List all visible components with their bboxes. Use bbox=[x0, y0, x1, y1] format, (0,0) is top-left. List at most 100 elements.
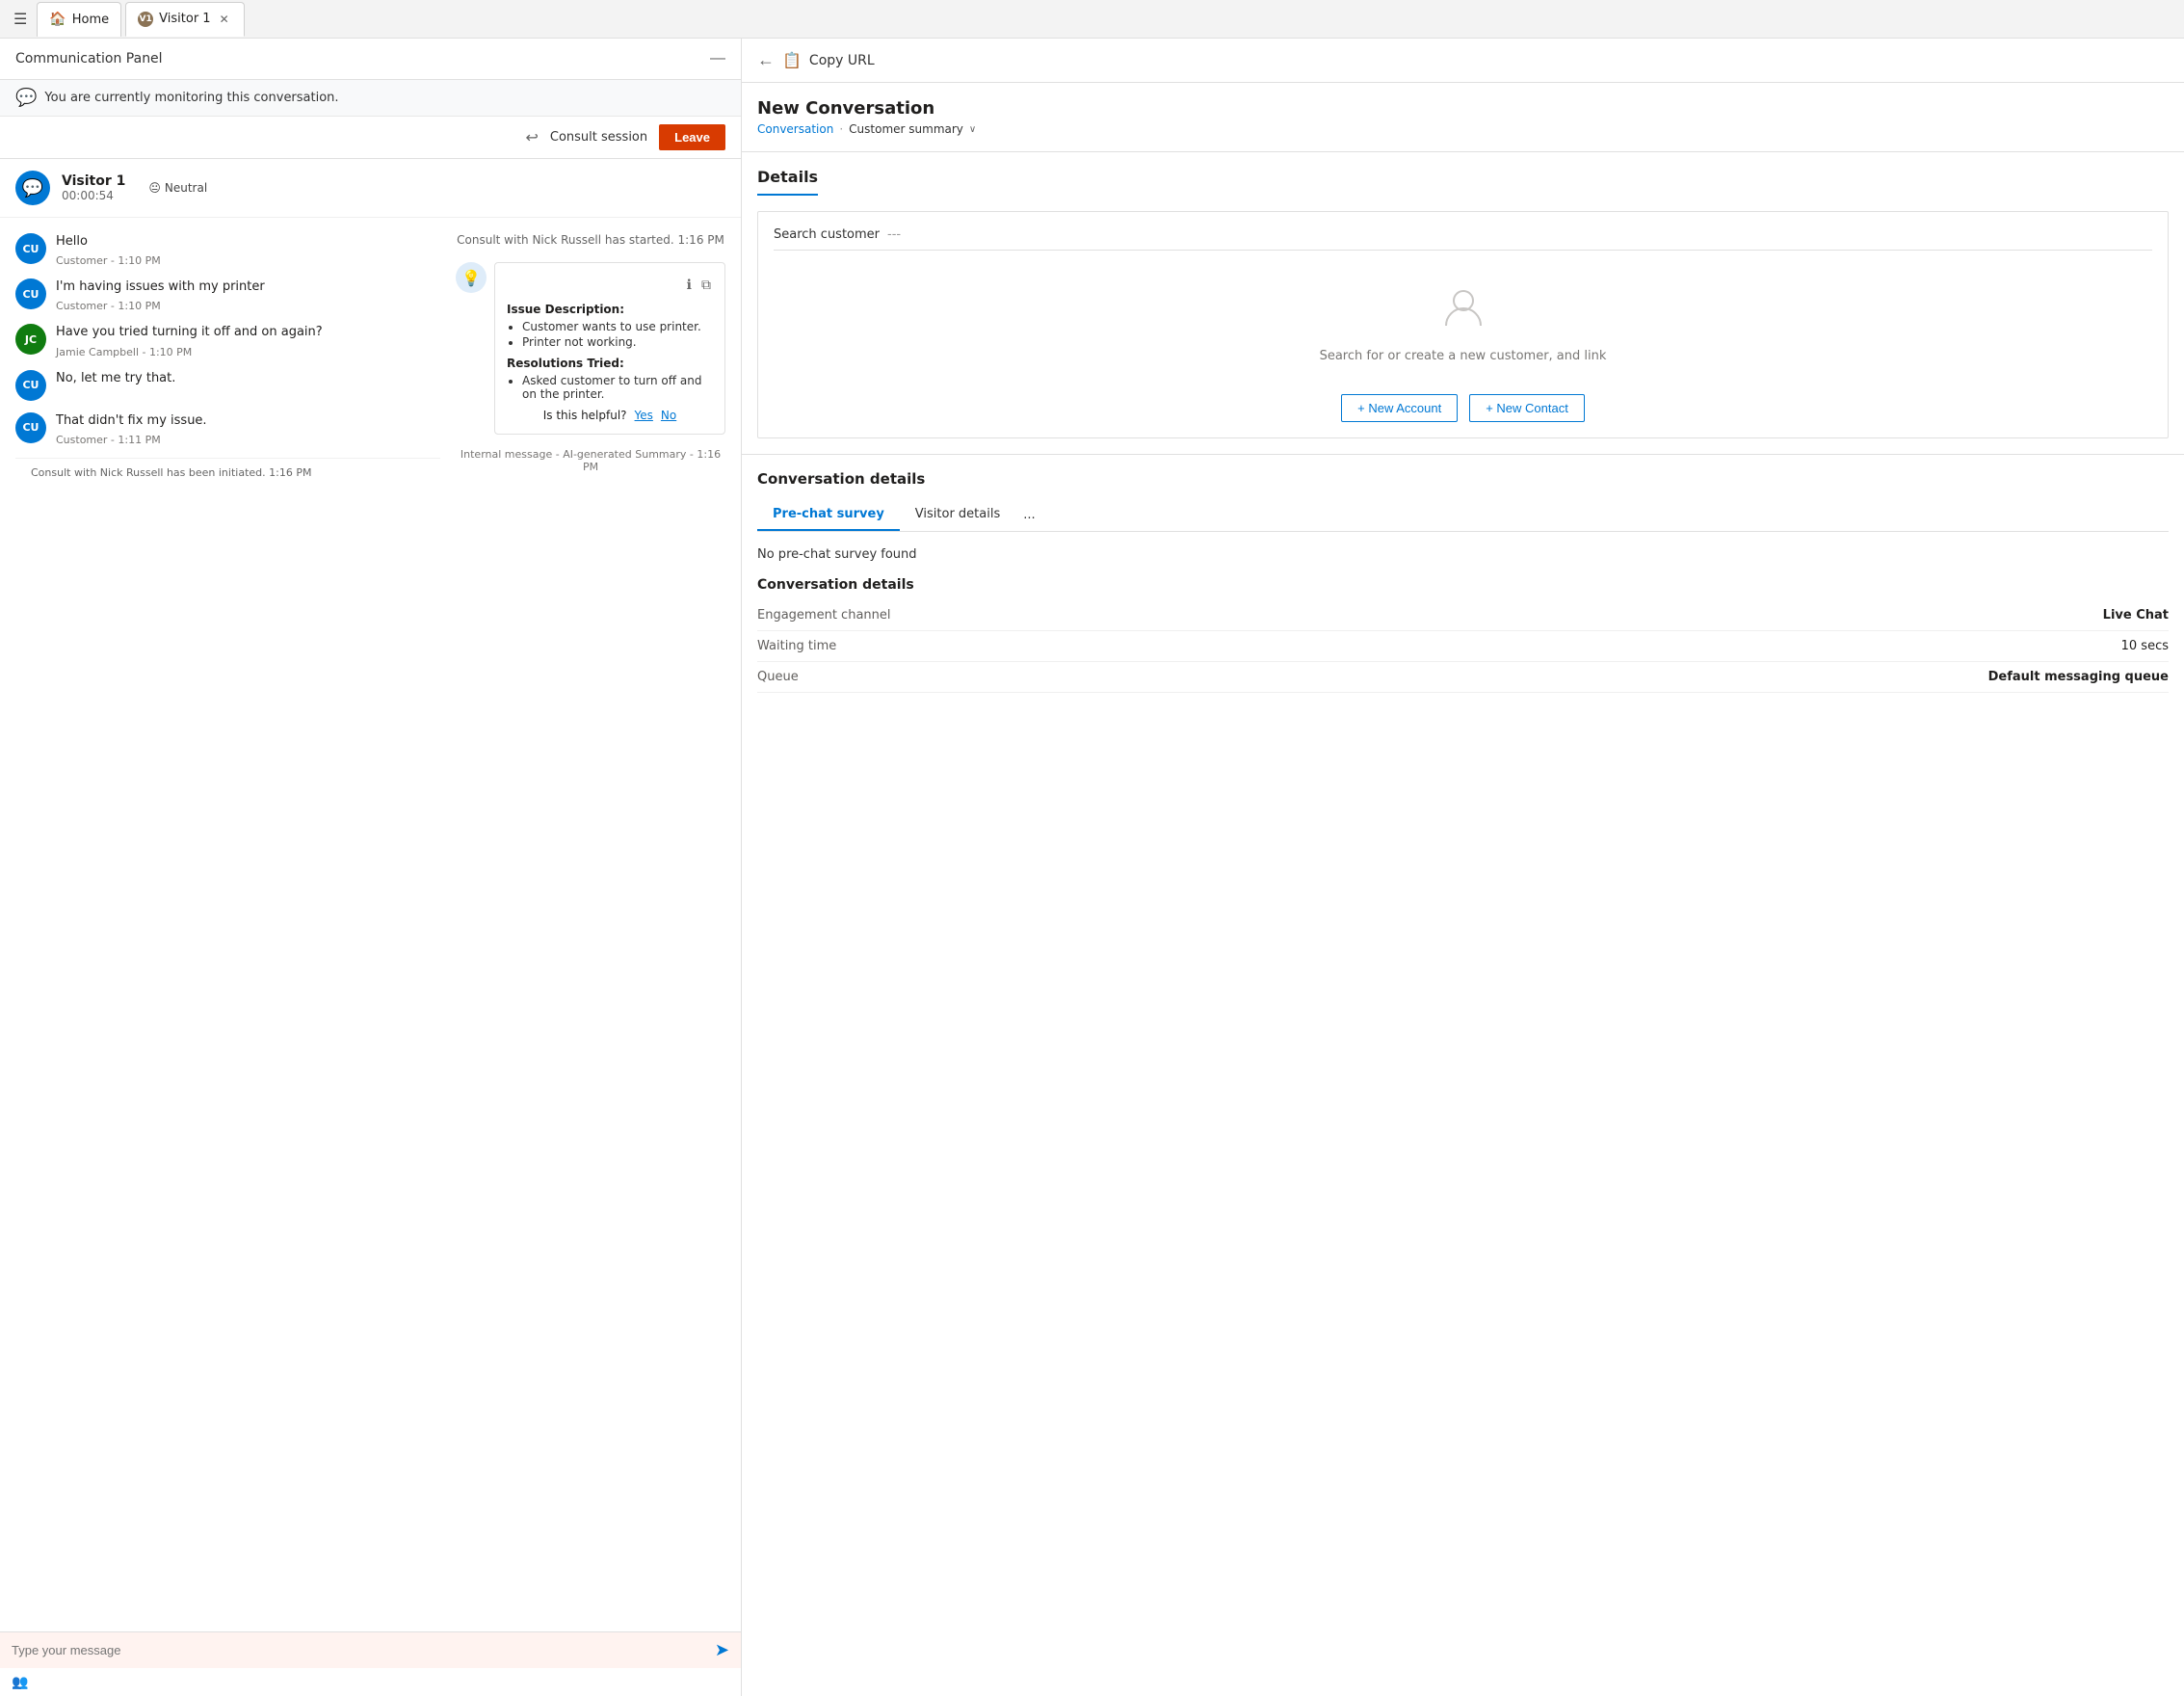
visitor-tab[interactable]: V1 Visitor 1 ✕ bbox=[125, 2, 244, 37]
home-tab[interactable]: 🏠 Home bbox=[37, 2, 121, 37]
bubble-content: That didn't fix my issue. Customer - 1:1… bbox=[56, 412, 207, 446]
list-item: Printer not working. bbox=[522, 335, 713, 349]
conv-detail-group: Conversation details Engagement channel … bbox=[757, 577, 2169, 693]
new-conversation-title: New Conversation bbox=[757, 98, 2169, 119]
message-toolbar: 👥 bbox=[0, 1668, 741, 1696]
message-text: Hello bbox=[56, 233, 161, 251]
breadcrumb-customer-summary: Customer summary bbox=[849, 122, 963, 136]
right-panel: ← 📋 Copy URL New Conversation Conversati… bbox=[742, 39, 2184, 1696]
new-account-button[interactable]: + New Account bbox=[1341, 394, 1458, 422]
ai-no-link[interactable]: No bbox=[661, 409, 676, 422]
search-customer-card: Search customer --- Search for or create… bbox=[757, 211, 2169, 438]
message-input[interactable] bbox=[12, 1643, 715, 1657]
detail-value: 10 secs bbox=[2121, 639, 2169, 653]
message-text: No, let me try that. bbox=[56, 370, 175, 387]
list-item: Customer wants to use printer. bbox=[522, 320, 713, 333]
message-input-box: ➤ bbox=[0, 1632, 741, 1668]
ai-bulb-icon: 💡 bbox=[456, 262, 487, 293]
search-customer-row: Search customer --- bbox=[774, 227, 2152, 251]
mood-label: Neutral bbox=[165, 181, 207, 195]
consult-start-message: Consult with Nick Russell has started. 1… bbox=[456, 233, 725, 247]
avatar: CU bbox=[15, 278, 46, 309]
visitor-tab-avatar: V1 bbox=[138, 12, 153, 27]
message-text: Have you tried turning it off and on aga… bbox=[56, 324, 323, 341]
consult-initiated-msg: Consult with Nick Russell has been initi… bbox=[15, 458, 440, 487]
ai-issue-list: Customer wants to use printer. Printer n… bbox=[507, 320, 713, 349]
detail-label: Engagement channel bbox=[757, 608, 891, 623]
visitor-avatar: 💬 bbox=[15, 171, 50, 205]
table-row: Queue Default messaging queue bbox=[757, 662, 2169, 693]
right-panel-header: ← 📋 Copy URL bbox=[742, 39, 2184, 83]
avatar: CU bbox=[15, 412, 46, 443]
main-layout: Communication Panel — 💬 You are currentl… bbox=[0, 39, 2184, 1696]
detail-value: Live Chat bbox=[2103, 608, 2169, 623]
new-buttons-row: + New Account + New Contact bbox=[774, 394, 2152, 422]
home-icon: 🏠 bbox=[49, 12, 66, 27]
ai-summary-card: ℹ ⧉ Issue Description: Customer wants to… bbox=[494, 262, 725, 435]
copy-url-label: Copy URL bbox=[809, 53, 875, 68]
new-conversation-section: New Conversation Conversation · Customer… bbox=[742, 83, 2184, 152]
back-button[interactable]: ← bbox=[757, 50, 775, 70]
consult-label: Consult session bbox=[550, 130, 647, 145]
leave-button[interactable]: Leave bbox=[659, 124, 725, 150]
detail-label: Waiting time bbox=[757, 639, 836, 653]
ai-resolution-list: Asked customer to turn off and on the pr… bbox=[507, 374, 713, 401]
bubble-content: I'm having issues with my printer Custom… bbox=[56, 278, 265, 312]
table-row: Engagement channel Live Chat bbox=[757, 600, 2169, 631]
breadcrumb-arrow-icon[interactable]: ∨ bbox=[969, 124, 976, 135]
ai-card-header: ℹ ⧉ bbox=[507, 275, 713, 295]
breadcrumb: Conversation · Customer summary ∨ bbox=[757, 122, 2169, 136]
tab-visitor-details[interactable]: Visitor details bbox=[900, 499, 1015, 531]
consult-icon: ↩ bbox=[525, 128, 538, 146]
chat-area: CU Hello Customer - 1:10 PM CU I'm havin… bbox=[0, 218, 741, 1631]
monitoring-icon: 💬 bbox=[15, 88, 37, 108]
search-empty-state: Search for or create a new customer, and… bbox=[774, 270, 2152, 379]
message-meta: Customer - 1:10 PM bbox=[56, 254, 161, 267]
list-item: Asked customer to turn off and on the pr… bbox=[522, 374, 713, 401]
tab-pre-chat-survey[interactable]: Pre-chat survey bbox=[757, 499, 900, 531]
new-contact-button[interactable]: + New Contact bbox=[1469, 394, 1585, 422]
comm-minimize-button[interactable]: — bbox=[710, 50, 725, 67]
ai-helpful-row: Is this helpful? Yes No bbox=[507, 409, 713, 422]
detail-tabs-row: Pre-chat survey Visitor details ... bbox=[757, 499, 2169, 532]
send-button[interactable]: ➤ bbox=[715, 1640, 729, 1660]
ai-yes-link[interactable]: Yes bbox=[635, 409, 653, 422]
detail-value: Default messaging queue bbox=[1988, 670, 2169, 684]
ai-resolution-title: Resolutions Tried: bbox=[507, 357, 713, 370]
visitor-details: Visitor 1 00:00:54 bbox=[62, 173, 125, 202]
details-title: Details bbox=[757, 168, 818, 196]
ai-copy-button[interactable]: ⧉ bbox=[699, 275, 713, 295]
copy-url-icon: 📋 bbox=[782, 51, 802, 69]
avatar: CU bbox=[15, 233, 46, 264]
conversation-details-section: Conversation details Pre-chat survey Vis… bbox=[742, 454, 2184, 708]
left-panel: Communication Panel — 💬 You are currentl… bbox=[0, 39, 742, 1696]
message-text: That didn't fix my issue. bbox=[56, 412, 207, 430]
search-dashes: --- bbox=[887, 227, 901, 242]
avatar: JC bbox=[15, 324, 46, 355]
table-row: Waiting time 10 secs bbox=[757, 631, 2169, 662]
consult-bar: ↩ Consult session Leave bbox=[0, 117, 741, 159]
conv-details-title: Conversation details bbox=[757, 470, 2169, 488]
visitor-tab-close[interactable]: ✕ bbox=[217, 12, 232, 27]
person-icon bbox=[1440, 285, 1487, 341]
ai-info-button[interactable]: ℹ bbox=[685, 275, 694, 295]
visitor-info: 💬 Visitor 1 00:00:54 😐 Neutral bbox=[0, 159, 741, 218]
add-participant-button[interactable]: 👥 bbox=[12, 1674, 28, 1690]
message-input-area: ➤ 👥 bbox=[0, 1631, 741, 1696]
tab-more-button[interactable]: ... bbox=[1015, 500, 1042, 530]
ai-actions: ℹ ⧉ bbox=[685, 275, 713, 295]
no-survey-text: No pre-chat survey found bbox=[757, 547, 2169, 562]
message-text: I'm having issues with my printer bbox=[56, 278, 265, 296]
home-tab-label: Home bbox=[72, 13, 109, 27]
avatar: CU bbox=[15, 370, 46, 401]
hamburger-button[interactable]: ☰ bbox=[8, 6, 33, 33]
ai-meta-text: Internal message - AI-generated Summary … bbox=[456, 448, 725, 473]
breadcrumb-conversation[interactable]: Conversation bbox=[757, 122, 833, 136]
table-row: JC Have you tried turning it off and on … bbox=[15, 324, 440, 358]
mood-icon: 😐 bbox=[148, 181, 161, 195]
table-row: CU No, let me try that. bbox=[15, 370, 440, 401]
monitoring-text: You are currently monitoring this conver… bbox=[44, 91, 338, 105]
table-row: CU Hello Customer - 1:10 PM bbox=[15, 233, 440, 267]
table-row: CU That didn't fix my issue. Customer - … bbox=[15, 412, 440, 446]
monitoring-bar: 💬 You are currently monitoring this conv… bbox=[0, 80, 741, 117]
